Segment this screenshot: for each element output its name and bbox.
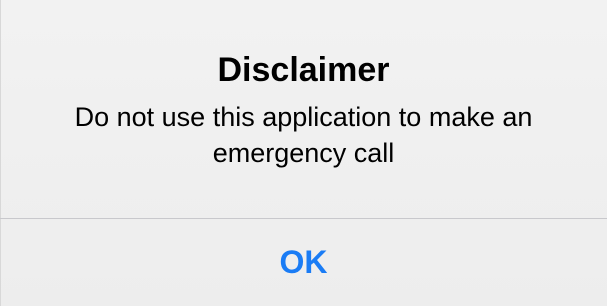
ok-button[interactable]: OK bbox=[0, 219, 607, 306]
alert-body: Disclaimer Do not use this application t… bbox=[0, 0, 607, 218]
alert-title: Disclaimer bbox=[217, 51, 390, 89]
disclaimer-alert-dialog: Disclaimer Do not use this application t… bbox=[0, 0, 607, 306]
alert-message: Do not use this application to make an e… bbox=[74, 102, 533, 168]
